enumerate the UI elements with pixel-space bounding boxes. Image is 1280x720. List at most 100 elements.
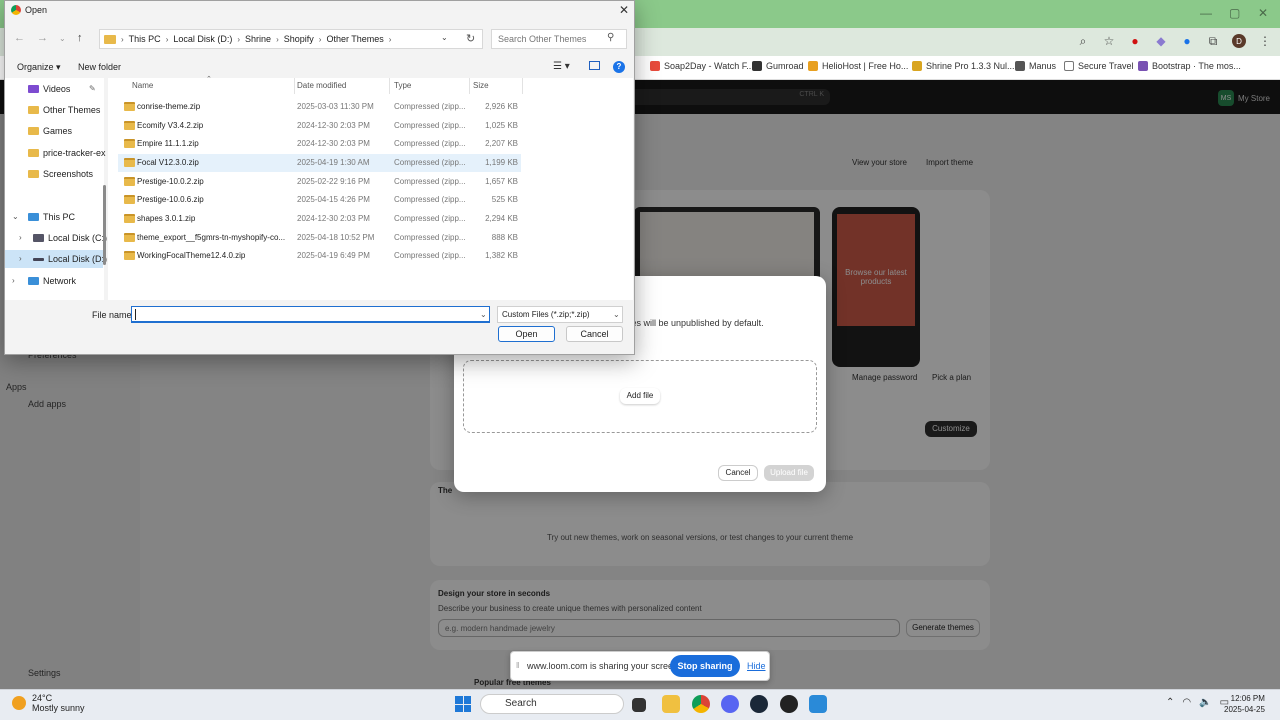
weather-text: 24°C Mostly sunny xyxy=(32,693,85,713)
zoom-icon[interactable]: ⌕ xyxy=(1076,34,1090,48)
app-icon[interactable] xyxy=(780,695,798,713)
file-type-filter[interactable]: Custom Files (*.zip;*.zip) xyxy=(497,306,623,323)
refresh-icon[interactable]: ↻ xyxy=(466,32,475,45)
view-options-icon[interactable]: ☰ ▾ xyxy=(553,61,570,72)
column-header-size[interactable]: Size xyxy=(473,81,489,90)
column-header-name[interactable]: Name xyxy=(132,81,153,90)
bookmark-star-icon[interactable]: ☆ xyxy=(1102,34,1116,48)
file-row[interactable]: Ecomify V3.4.2.zip 2024-12-30 2:03 PM Comp… xyxy=(118,117,521,135)
file-explorer-icon[interactable] xyxy=(662,695,680,713)
upload-file-button[interactable]: Upload file xyxy=(764,465,814,481)
chevron-down-icon[interactable]: ⌄ xyxy=(480,310,487,319)
breadcrumb-item[interactable]: Other Themes xyxy=(326,34,383,44)
open-button[interactable]: Open xyxy=(498,326,555,342)
stop-sharing-button[interactable]: Stop sharing xyxy=(670,655,740,677)
bookmark-soap2day[interactable]: Soap2Day - Watch F... xyxy=(650,61,754,71)
help-icon[interactable]: ? xyxy=(613,61,625,73)
upload-cancel-button[interactable]: Cancel xyxy=(718,465,758,481)
sync-extension-icon[interactable]: ● xyxy=(1180,34,1194,48)
column-divider[interactable] xyxy=(469,78,470,94)
bookmark-heliohost[interactable]: HelioHost | Free Ho... xyxy=(808,61,908,71)
steam-icon[interactable] xyxy=(750,695,768,713)
chevron-right-icon[interactable]: › xyxy=(19,254,22,263)
chrome-icon[interactable] xyxy=(692,695,710,713)
preview-pane-icon[interactable] xyxy=(589,61,600,70)
nav-item-games[interactable]: Games xyxy=(28,126,72,136)
nav-item-price-tracker[interactable]: price-tracker-ex xyxy=(28,148,106,158)
chevron-right-icon[interactable]: › xyxy=(12,276,15,285)
volume-icon[interactable]: 🔈 xyxy=(1199,697,1211,708)
breadcrumb-item[interactable]: Shrine xyxy=(245,34,271,44)
nav-item-local-disk-c[interactable]: Local Disk (C:) xyxy=(33,233,107,243)
puzzle-icon[interactable]: ⧉ xyxy=(1206,34,1220,48)
discord-icon[interactable] xyxy=(721,695,739,713)
new-folder-button[interactable]: New folder xyxy=(78,62,121,72)
file-name-input[interactable] xyxy=(131,306,490,323)
close-icon[interactable]: ✕ xyxy=(619,3,629,17)
nav-item-this-pc[interactable]: This PC xyxy=(28,212,75,222)
file-name: theme_export__f5gmrs-tn-myshopify-co... xyxy=(137,233,286,242)
opera-extension-icon[interactable]: ● xyxy=(1128,34,1142,48)
breadcrumb-item[interactable]: Shopify xyxy=(284,34,314,44)
bookmark-shrine[interactable]: Shrine Pro 1.3.3 Nul... xyxy=(912,61,1015,71)
file-row[interactable]: Prestige-10.0.6.zip 2025-04-15 4:26 PM Com… xyxy=(118,191,521,209)
wifi-icon[interactable]: ◠ xyxy=(1182,697,1191,708)
task-view-icon[interactable] xyxy=(632,698,646,712)
breadcrumb-item[interactable]: This PC xyxy=(129,34,161,44)
nav-item-local-disk-d[interactable]: Local Disk (D:) xyxy=(33,254,107,264)
chevron-down-icon[interactable]: ⌄ xyxy=(441,33,448,42)
forward-arrow-icon[interactable]: → xyxy=(37,32,48,44)
cancel-button[interactable]: Cancel xyxy=(566,326,623,342)
breadcrumb[interactable]: › This PC › Local Disk (D:) › Shrine › S… xyxy=(99,29,483,49)
nav-scrollbar[interactable] xyxy=(103,185,106,265)
column-header-type[interactable]: Type xyxy=(394,81,411,90)
minimize-icon[interactable]: — xyxy=(1200,6,1212,20)
bookmark-manus[interactable]: Manus xyxy=(1015,61,1056,71)
windows-start-icon[interactable] xyxy=(455,696,471,712)
nav-item-network[interactable]: Network xyxy=(28,276,76,286)
up-arrow-icon[interactable]: ↑ xyxy=(77,32,83,44)
file-row[interactable]: Empire 11.1.1.zip 2024-12-30 2:03 PM Compr… xyxy=(118,135,521,153)
column-divider[interactable] xyxy=(522,78,523,94)
weather-widget[interactable]: 24°C Mostly sunny xyxy=(12,693,85,713)
recent-chevron-icon[interactable]: ⌄ xyxy=(59,34,66,43)
nav-item-videos[interactable]: Videos xyxy=(28,84,70,94)
column-divider[interactable] xyxy=(389,78,390,94)
bookmark-bootstrap[interactable]: Bootstrap · The mos... xyxy=(1138,61,1241,71)
nav-item-other-themes[interactable]: Other Themes xyxy=(28,105,100,115)
hide-share-bar-link[interactable]: Hide xyxy=(747,661,766,671)
bookmark-favicon-icon xyxy=(650,61,660,71)
file-size: 1,382 KB xyxy=(485,251,518,260)
chevron-right-icon[interactable]: › xyxy=(19,233,22,242)
maximize-icon[interactable]: ▢ xyxy=(1229,6,1240,20)
add-file-button[interactable]: Add file xyxy=(620,388,660,404)
chevron-up-icon[interactable]: ⌃ xyxy=(1166,697,1174,708)
file-row[interactable]: theme_export__f5gmrs-tn-myshopify-co... 2… xyxy=(118,229,521,247)
organize-button[interactable]: Organize ▾ xyxy=(17,62,61,73)
bookmark-gumroad[interactable]: Gumroad xyxy=(752,61,804,71)
drag-handle-icon[interactable]: ‖ xyxy=(516,661,519,670)
chevron-down-icon[interactable]: ⌄ xyxy=(613,310,620,319)
menu-kebab-icon[interactable]: ⋮ xyxy=(1258,34,1272,48)
file-row[interactable]: shapes 3.0.1.zip 2024-12-30 2:03 PM Compre… xyxy=(118,210,521,228)
file-row[interactable]: WorkingFocalTheme12.4.0.zip 2025-04-19 6:… xyxy=(118,247,521,265)
bookmark-label: Bootstrap · The mos... xyxy=(1152,61,1241,71)
column-header-date[interactable]: Date modified xyxy=(297,81,346,90)
taskbar-search[interactable]: Search xyxy=(480,694,624,714)
zip-folder-icon xyxy=(124,195,135,204)
breadcrumb-item[interactable]: Local Disk (D:) xyxy=(173,34,232,44)
file-row[interactable]: Prestige-10.0.2.zip 2025-02-22 9:16 PM Com… xyxy=(118,173,521,191)
file-row[interactable]: Focal V12.3.0.zip 2025-04-19 1:30 AM Compr… xyxy=(118,154,521,172)
nav-item-screenshots[interactable]: Screenshots xyxy=(28,169,93,179)
extension-icon[interactable]: ◆ xyxy=(1154,34,1168,48)
close-window-icon[interactable]: ✕ xyxy=(1258,6,1268,20)
clock[interactable]: 12:06 PM 2025-04-25 xyxy=(1224,693,1265,715)
chevron-down-icon[interactable]: ⌄ xyxy=(12,212,19,221)
column-divider[interactable] xyxy=(294,78,295,94)
vscode-icon[interactable] xyxy=(809,695,827,713)
file-row[interactable]: conrise-theme.zip 2025-03-03 11:30 PM Comp… xyxy=(118,98,521,116)
profile-avatar[interactable]: D xyxy=(1232,34,1246,48)
bookmark-secure-travel[interactable]: Secure Travel xyxy=(1064,61,1134,71)
pin-icon[interactable]: ✎ xyxy=(89,84,96,93)
back-arrow-icon[interactable]: ← xyxy=(14,32,25,44)
